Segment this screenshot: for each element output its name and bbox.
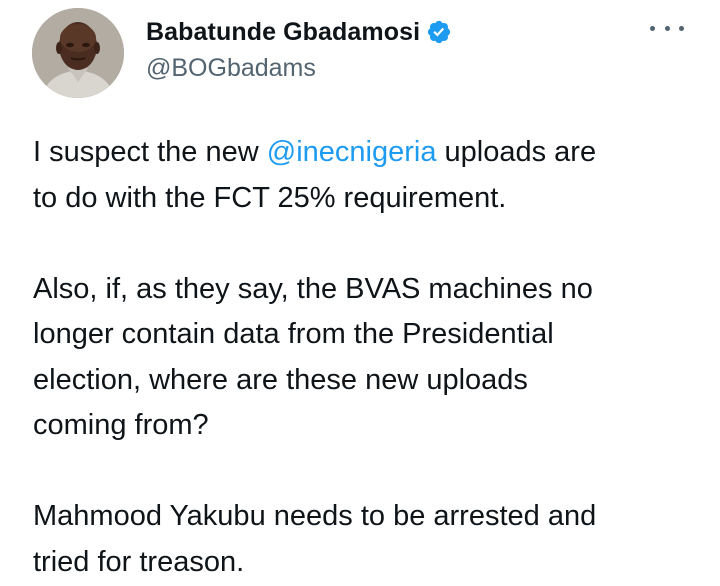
- tweet-text: I suspect the new @inecnigeria uploads a…: [33, 130, 693, 585]
- tweet-text-segment: to do with the FCT 25% requirement.: [33, 181, 507, 214]
- avatar[interactable]: [32, 8, 124, 98]
- tweet-text-segment: Also, if, as they say, the BVAS machines…: [33, 272, 593, 305]
- verified-badge-icon: [426, 19, 452, 45]
- tweet-text-segment: election, where are these new uploads: [33, 363, 528, 396]
- tweet-text-segment: I suspect the new: [33, 136, 267, 168]
- tweet-text-segment: uploads are: [436, 136, 597, 168]
- author-display-name[interactable]: Babatunde Gbadamosi: [146, 18, 420, 47]
- tweet-paragraph-1: I suspect the new @inecnigeria uploads a…: [33, 130, 693, 221]
- mention-link[interactable]: @inecnigeria: [267, 136, 437, 168]
- more-dot: [650, 25, 655, 31]
- avatar-photo: [32, 8, 124, 98]
- tweet-paragraph-2: Also, if, as they say, the BVAS machines…: [33, 267, 693, 449]
- tweet-paragraph-3: Mahmood Yakubu needs to be arrested and …: [33, 494, 693, 585]
- tweet-text-segment: longer contain data from the Presidentia…: [33, 318, 554, 350]
- tweet-text-segment: Mahmood Yakubu needs to be arrested and: [33, 500, 597, 532]
- tweet-text-segment: coming from?: [33, 409, 209, 441]
- tweet: Babatunde Gbadamosi @BOGbadams I suspect…: [0, 0, 720, 586]
- author-handle[interactable]: @BOGbadams: [146, 54, 316, 83]
- more-options-icon[interactable]: [650, 16, 684, 40]
- tweet-text-segment: tried for treason.: [33, 545, 245, 578]
- more-dot: [664, 25, 670, 31]
- name-row: Babatunde Gbadamosi: [146, 14, 452, 50]
- more-dot: [679, 25, 684, 31]
